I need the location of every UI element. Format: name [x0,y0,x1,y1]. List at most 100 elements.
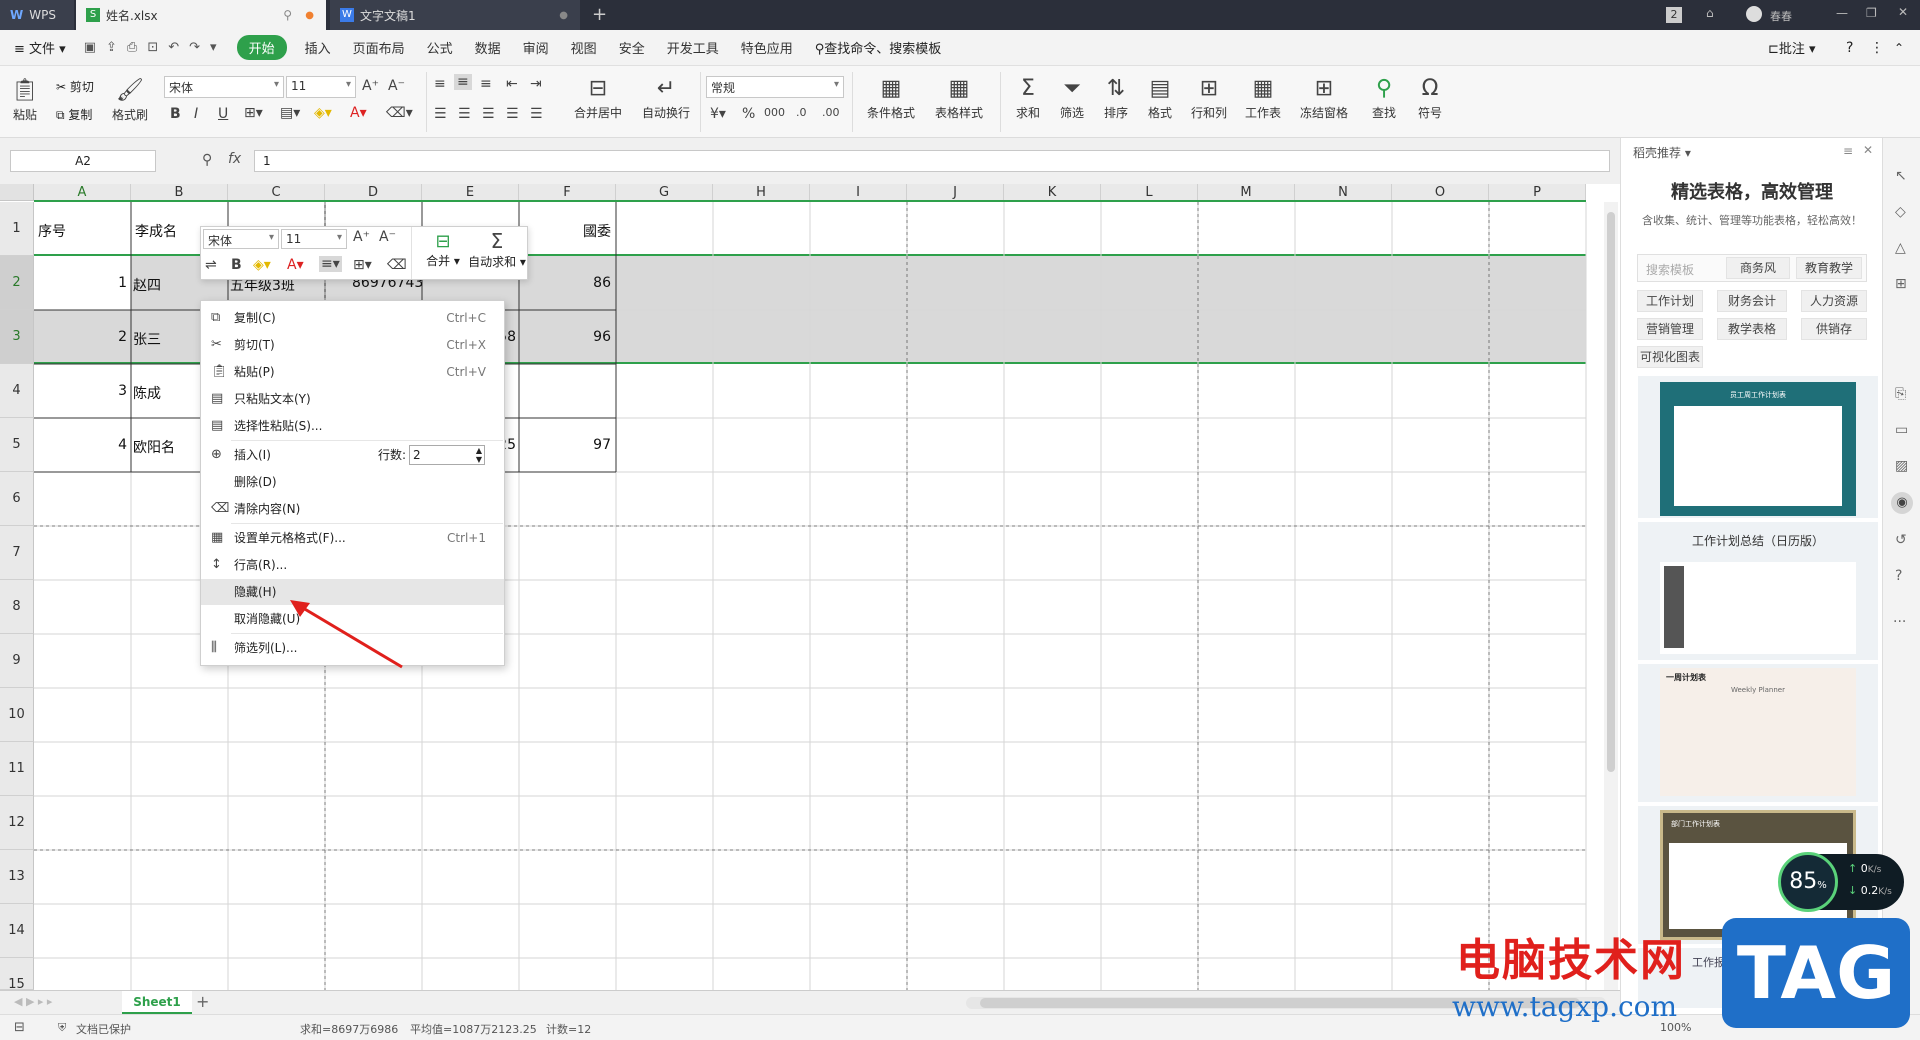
thousands-icon[interactable]: 000 [764,106,785,119]
number-format-select[interactable]: 常规 [706,76,844,98]
font-select[interactable]: 宋体 [164,76,284,98]
menu-item-clear[interactable]: ⌫ 清除内容(N) [201,496,504,522]
mini-font-select[interactable]: 宋体 [203,229,279,249]
box-icon[interactable]: ▭ [1895,422,1908,438]
format-painter-button[interactable]: 🖌︎ 格式刷 [110,74,150,123]
tag-business[interactable]: 商务风 [1726,257,1790,279]
bold-button[interactable]: B [170,106,181,122]
row-header-14[interactable]: 14 [0,904,34,958]
row-header-2[interactable]: 2 [0,256,34,310]
align-top-icon[interactable]: ≡ [434,76,446,92]
save-icon[interactable]: ▣ [84,40,96,55]
align-right-icon[interactable]: ☰ [482,106,495,122]
help-button[interactable]: ? [1846,40,1853,56]
menu-start[interactable]: 开始 [236,35,287,60]
cell-b3[interactable]: 张三 [133,329,161,349]
preview-icon[interactable]: ⊡ [147,40,158,55]
menu-item-format-cells[interactable]: ▦ 设置单元格格式(F)... Ctrl+1 [201,525,504,551]
clear-icon[interactable]: ⌫▾ [386,105,413,121]
tab-doc[interactable]: W 文字文稿1 ● [330,0,580,30]
sheet-tab-sheet1[interactable]: Sheet1 [122,991,192,1014]
mini-merge-button[interactable]: ⊟ 合并 ▾ [419,231,467,269]
menu-item-cut[interactable]: ✂ 剪切(T) Ctrl+X [201,332,504,358]
vertical-scrollbar[interactable] [1604,202,1618,990]
row-header-5[interactable]: 5 [0,418,34,472]
conditional-format-button[interactable]: ▦ 条件格式 [860,72,922,121]
zoom-formula-icon[interactable]: ⚲ [202,152,212,168]
menu-data[interactable]: 数据 [475,38,501,57]
worksheet-button[interactable]: ▦ 工作表 [1240,72,1286,121]
menu-item-insert[interactable]: ⊕ 插入(I) 行数: 2 ▲ ▼ [201,442,504,468]
cell-f5[interactable]: 97 [519,437,611,453]
name-box[interactable]: A2 [10,150,156,172]
tag-education[interactable]: 教育教学 [1796,257,1862,279]
tag-teaching[interactable]: 教学表格 [1717,318,1787,340]
fill-pattern-icon[interactable]: ▤▾ [280,105,300,121]
tag-marketing[interactable]: 营销管理 [1637,318,1703,340]
user-name[interactable]: 春春 [1770,8,1792,24]
indent-increase-icon[interactable]: ⇥ [530,76,542,92]
filter-button[interactable]: ⏷ 筛选 [1054,72,1090,121]
align-left-icon[interactable]: ☰ [434,106,447,122]
tab-wps[interactable]: W WPS [0,0,74,30]
format-button[interactable]: ▤ 格式 [1142,72,1178,121]
mini-eraser-icon[interactable]: ⌫ [387,257,407,273]
status-layout-icon[interactable]: ⊟ [14,1020,25,1035]
panel-header[interactable]: 稻壳推荐 ▾ [1633,144,1691,161]
font-size-select[interactable]: 11 [286,76,356,98]
cell-b2[interactable]: 赵四 [133,275,161,295]
tag-work-plan[interactable]: 工作计划 [1637,290,1703,312]
cell-f1[interactable]: 國委 [519,221,611,241]
mini-size-select[interactable]: 11 [281,229,347,249]
row-header-11[interactable]: 11 [0,742,34,796]
cell-a2[interactable]: 1 [34,275,127,291]
align-bottom-icon[interactable]: ≡ [480,76,492,92]
menu-insert[interactable]: 插入 [305,38,331,57]
cell-a1[interactable]: 序号 [38,221,66,241]
file-menu[interactable]: ≡ 文件 ▾ [14,38,66,57]
scroll-thumb[interactable] [1607,212,1615,772]
mini-autosum-button[interactable]: Σ 自动求和 ▾ [467,229,527,270]
mini-bold-button[interactable]: B [231,257,242,273]
menu-item-paste-text[interactable]: ▤ 只粘贴文本(Y) [201,386,504,412]
history-icon[interactable]: ↺ [1895,532,1907,548]
undo-icon[interactable]: ↶ [168,40,179,55]
row-header-10[interactable]: 10 [0,688,34,742]
mini-wrap-icon[interactable]: ⇌ [205,257,217,273]
currency-icon[interactable]: ¥▾ [710,106,726,122]
page-badge[interactable]: 2 [1666,7,1682,23]
menu-item-paste[interactable]: 📋︎ 粘贴(P) Ctrl+V [201,359,504,385]
row-header-7[interactable]: 7 [0,526,34,580]
row-col-button[interactable]: ⊞ 行和列 [1186,72,1232,121]
menu-view[interactable]: 视图 [571,38,597,57]
protect-status[interactable]: 文档已保护 [76,1021,131,1037]
template-search-box[interactable]: 搜索模板 商务风 教育教学 [1637,254,1867,282]
decimal-decrease-icon[interactable]: .00 [822,106,840,119]
cell-a3[interactable]: 2 [34,329,127,345]
tag-hr[interactable]: 人力资源 [1801,290,1867,312]
fx-button[interactable]: fx [228,151,241,167]
distribute-icon[interactable]: ☰ [530,106,543,122]
cut-button[interactable]: ✂ 剪切 [56,78,94,95]
pin-icon[interactable]: ⚲ [283,8,292,22]
menu-special[interactable]: 特色应用 [741,38,793,57]
export-icon[interactable]: ⇪ [106,40,117,55]
more-icon[interactable]: ··· [1893,614,1906,630]
freeze-panes-button[interactable]: ⊞ 冻结窗格 [1294,72,1354,121]
close-icon[interactable]: ✕ [1898,5,1908,19]
font-shrink-icon[interactable]: A⁻ [388,78,405,94]
paste-button[interactable]: 📋︎ 粘贴 [10,74,40,123]
menu-item-delete[interactable]: 删除(D) [201,469,504,495]
indent-decrease-icon[interactable]: ⇤ [506,76,518,92]
tag-finance[interactable]: 财务会计 [1717,290,1787,312]
font-grow-icon[interactable]: A⁺ [362,78,379,94]
italic-button[interactable]: I [194,106,198,122]
row-header-3[interactable]: 3 [0,310,34,364]
find-button[interactable]: ⚲ 查找 [1366,72,1402,121]
avatar[interactable] [1746,6,1762,22]
sum-button[interactable]: Σ 求和 [1010,72,1046,121]
add-sheet-icon[interactable]: + [196,992,209,1011]
help-circle-icon[interactable]: ? [1895,568,1902,584]
row-header-9[interactable]: 9 [0,634,34,688]
sort-button[interactable]: ⇅ 排序 [1098,72,1134,121]
